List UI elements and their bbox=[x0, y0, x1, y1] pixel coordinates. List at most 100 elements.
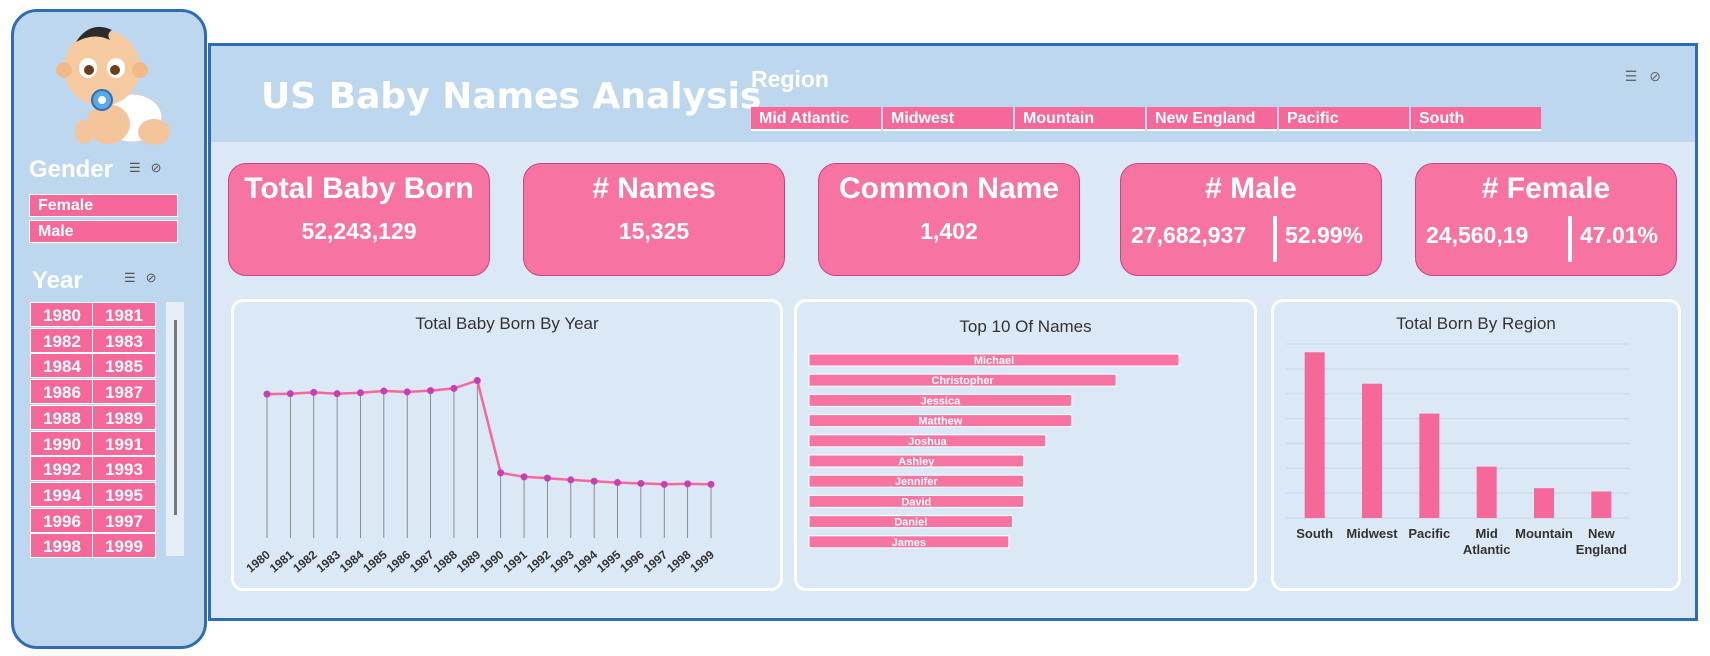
year-option[interactable]: 1983 bbox=[92, 327, 156, 353]
region-slicer-toolbar: ☰⊘ bbox=[1625, 68, 1673, 85]
gender-option-male[interactable]: Male bbox=[29, 220, 178, 243]
region-option[interactable]: Mountain bbox=[1015, 107, 1145, 131]
x-tick-label: 1990 bbox=[477, 547, 507, 575]
year-option[interactable]: 1982 bbox=[30, 327, 94, 353]
gender-slicer-title: Gender bbox=[29, 156, 114, 183]
year-option[interactable]: 1980 bbox=[30, 302, 94, 327]
data-point bbox=[333, 390, 341, 398]
data-point bbox=[543, 474, 551, 482]
year-option[interactable]: 1997 bbox=[92, 507, 156, 533]
multi-select-icon[interactable]: ☰ bbox=[124, 270, 146, 285]
data-point bbox=[660, 480, 668, 488]
panel-total-by-year: Total Baby Born By Year 1980 1981 1982 1983… bbox=[231, 299, 783, 591]
clear-filter-icon[interactable]: ⊘ bbox=[146, 270, 167, 285]
region-option[interactable]: South bbox=[1411, 107, 1541, 131]
bar-label: Matthew bbox=[918, 416, 962, 428]
x-tick-label: 1991 bbox=[501, 547, 531, 575]
year-option[interactable]: 1993 bbox=[92, 456, 156, 482]
x-tick-label: New England bbox=[1576, 526, 1627, 557]
kpi-title: Common Name bbox=[838, 172, 1060, 205]
year-option[interactable]: 1998 bbox=[30, 533, 94, 559]
year-option[interactable]: 1986 bbox=[30, 379, 94, 405]
data-point bbox=[286, 390, 294, 398]
x-tick-label: 1985 bbox=[360, 547, 390, 575]
year-slicer-title: Year bbox=[32, 267, 83, 294]
kpi-names: # Names 15,325 bbox=[523, 163, 785, 276]
data-point bbox=[450, 384, 458, 392]
baby-mascot-image bbox=[56, 26, 170, 145]
x-tick-label: 1988 bbox=[430, 547, 460, 575]
year-option[interactable]: 1990 bbox=[30, 430, 94, 456]
region-option[interactable]: Midwest bbox=[883, 107, 1013, 131]
x-tick-label: Midwest bbox=[1346, 526, 1398, 541]
bar-label: Michael bbox=[974, 355, 1014, 367]
year-option[interactable]: 1994 bbox=[30, 481, 94, 507]
bar bbox=[1534, 488, 1554, 518]
x-tick-label: 1993 bbox=[547, 547, 577, 575]
data-point bbox=[684, 480, 692, 488]
x-tick-label: 1983 bbox=[314, 547, 344, 575]
x-tick-label: 1982 bbox=[290, 547, 320, 575]
clear-filter-icon[interactable]: ⊘ bbox=[1649, 68, 1673, 84]
year-scrollbar[interactable] bbox=[166, 302, 184, 556]
x-tick-label: 1989 bbox=[454, 547, 484, 575]
panel-top-names: Top 10 Of Names Michael Christopher Jessic… bbox=[794, 299, 1257, 591]
gender-option-female[interactable]: Female bbox=[29, 194, 178, 217]
multi-select-icon[interactable]: ☰ bbox=[1625, 68, 1650, 84]
data-point bbox=[497, 469, 505, 477]
x-tick-label: 1996 bbox=[617, 547, 647, 575]
data-point bbox=[473, 376, 481, 384]
x-tick-label: Mountain bbox=[1515, 526, 1573, 541]
year-option[interactable]: 1996 bbox=[30, 507, 94, 533]
region-slicer-title: Region bbox=[751, 66, 829, 92]
kpi-value: 27,682,937 bbox=[1131, 222, 1247, 248]
year-option[interactable]: 1984 bbox=[30, 353, 94, 379]
bar-label: Jennifer bbox=[895, 476, 939, 488]
kpi-percent: 52.99% bbox=[1285, 222, 1364, 248]
data-point bbox=[637, 479, 645, 487]
kpi-male: # Male 27,682,937 52.99% bbox=[1120, 163, 1382, 276]
year-option[interactable]: 1981 bbox=[92, 302, 156, 327]
x-tick-label: Pacific bbox=[1408, 526, 1450, 541]
region-option[interactable]: Mid Atlantic bbox=[751, 107, 881, 131]
bar-label: Jessica bbox=[920, 395, 961, 407]
region-option[interactable]: Pacific bbox=[1279, 107, 1409, 131]
year-option[interactable]: 1988 bbox=[30, 404, 94, 430]
year-option[interactable]: 1989 bbox=[92, 404, 156, 430]
kpi-value: 15,325 bbox=[618, 218, 690, 244]
x-tick-label: South bbox=[1296, 526, 1333, 541]
data-point bbox=[380, 387, 388, 395]
x-tick-label: 1984 bbox=[337, 547, 367, 575]
bar-label: David bbox=[901, 496, 931, 508]
bar bbox=[1591, 491, 1612, 518]
kpi-title: # Female bbox=[1481, 172, 1611, 205]
region-option[interactable]: New England bbox=[1147, 107, 1277, 131]
year-slicer-toolbar: ☰⊘ bbox=[124, 270, 167, 286]
kpi-divider bbox=[1273, 216, 1277, 262]
year-scrollbar-thumb[interactable] bbox=[174, 320, 177, 515]
multi-select-icon[interactable]: ☰ bbox=[129, 160, 151, 175]
year-option[interactable]: 1985 bbox=[92, 353, 156, 379]
series-line bbox=[266, 379, 712, 486]
data-point bbox=[590, 477, 598, 485]
x-tick-label: 1994 bbox=[571, 547, 601, 575]
x-tick-label: 1999 bbox=[687, 547, 717, 575]
data-point bbox=[520, 473, 528, 481]
data-point bbox=[427, 387, 435, 395]
vbar-chart: South Midwest Pacific Mid Atlantic Mountain Ne… bbox=[1286, 343, 1630, 557]
kpi-title: # Names bbox=[592, 172, 716, 205]
year-option[interactable]: 1991 bbox=[92, 430, 156, 456]
kpi-common-name: Common Name 1,402 bbox=[818, 163, 1080, 276]
data-point bbox=[263, 390, 271, 398]
year-option[interactable]: 1987 bbox=[92, 379, 156, 405]
year-option[interactable]: 1999 bbox=[92, 533, 156, 559]
year-option[interactable]: 1995 bbox=[92, 481, 156, 507]
kpi-value: 24,560,19 bbox=[1426, 222, 1529, 248]
bar bbox=[1304, 352, 1325, 518]
x-tick-label: 1998 bbox=[664, 547, 694, 575]
bar bbox=[1362, 383, 1382, 518]
x-tick-label: 1980 bbox=[243, 547, 273, 575]
gender-slicer-toolbar: ☰⊘ bbox=[129, 160, 172, 176]
year-option[interactable]: 1992 bbox=[30, 456, 94, 482]
clear-filter-icon[interactable]: ⊘ bbox=[151, 160, 172, 175]
